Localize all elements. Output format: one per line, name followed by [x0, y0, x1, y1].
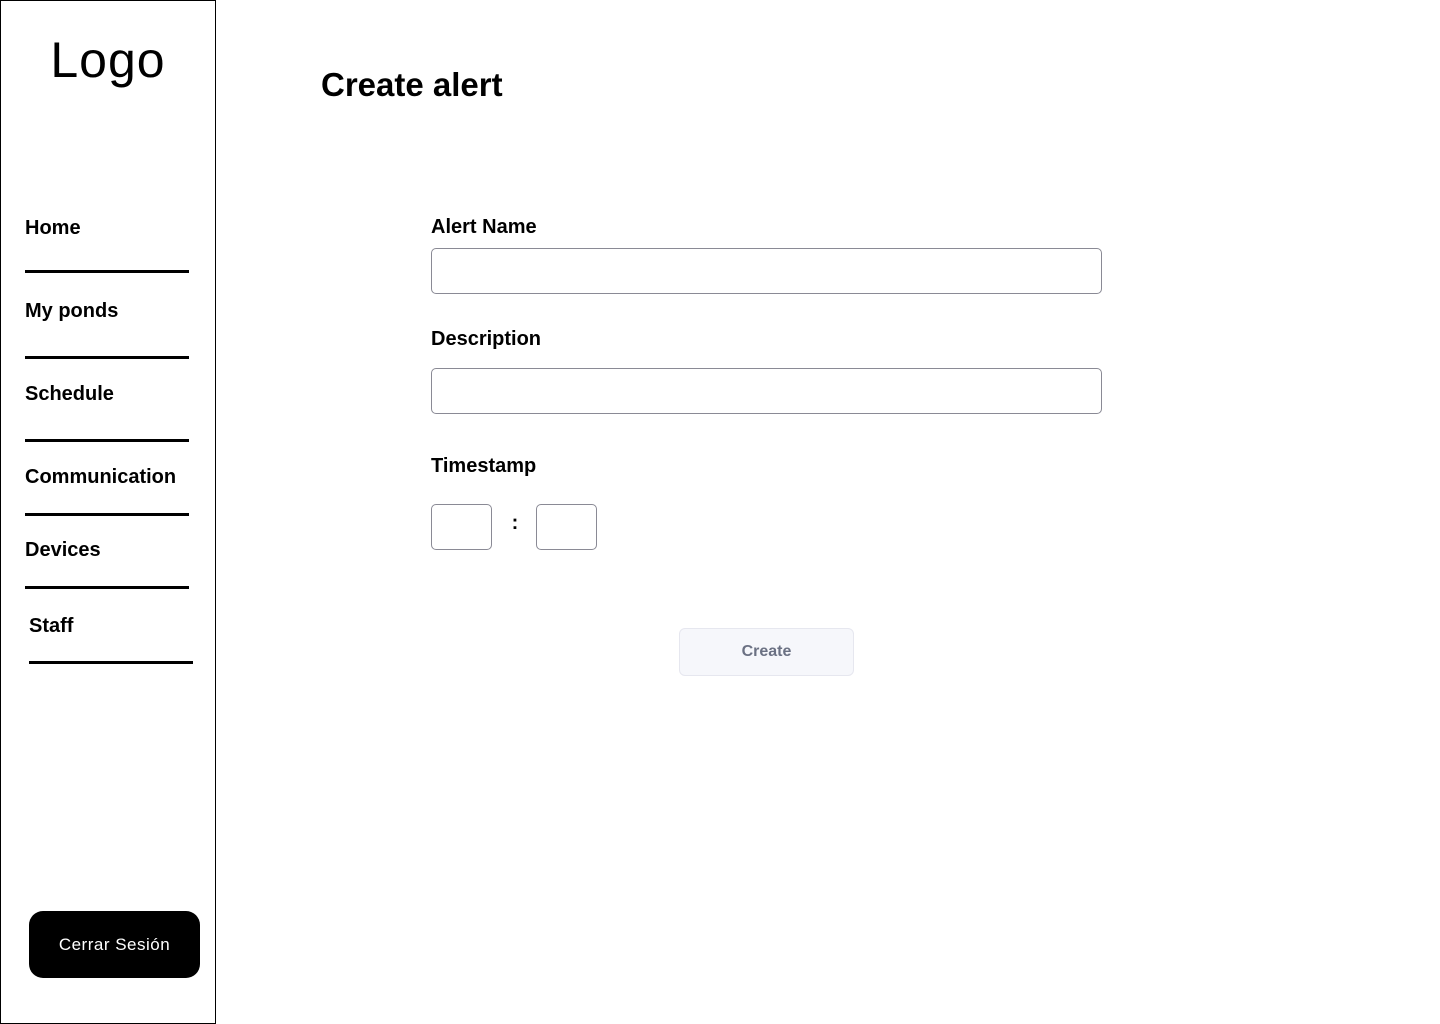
timestamp-separator: : — [511, 512, 519, 534]
sidebar: Logo Home My ponds Schedule Communicatio… — [0, 0, 216, 1024]
sidebar-divider — [25, 439, 189, 442]
timestamp-minutes-input[interactable] — [536, 504, 597, 550]
sidebar-divider — [25, 356, 189, 359]
logout-button[interactable]: Cerrar Sesión — [29, 911, 200, 978]
alert-name-input[interactable] — [431, 248, 1102, 294]
timestamp-hours-input[interactable] — [431, 504, 492, 550]
description-input[interactable] — [431, 368, 1102, 414]
create-button[interactable]: Create — [679, 628, 854, 676]
sidebar-item-communication[interactable]: Communication — [25, 466, 176, 489]
sidebar-divider — [25, 586, 189, 589]
sidebar-item-staff[interactable]: Staff — [29, 615, 73, 638]
page-title: Create alert — [321, 66, 503, 103]
sidebar-item-home[interactable]: Home — [25, 217, 81, 240]
sidebar-divider — [25, 513, 189, 516]
logo: Logo — [50, 32, 166, 88]
sidebar-item-devices[interactable]: Devices — [25, 539, 101, 562]
sidebar-item-schedule[interactable]: Schedule — [25, 383, 114, 406]
sidebar-item-my-ponds[interactable]: My ponds — [25, 300, 118, 323]
description-label: Description — [431, 328, 542, 350]
timestamp-label: Timestamp — [431, 455, 537, 477]
sidebar-divider — [25, 270, 189, 273]
alert-name-label: Alert Name — [431, 216, 537, 238]
sidebar-divider — [29, 661, 193, 664]
